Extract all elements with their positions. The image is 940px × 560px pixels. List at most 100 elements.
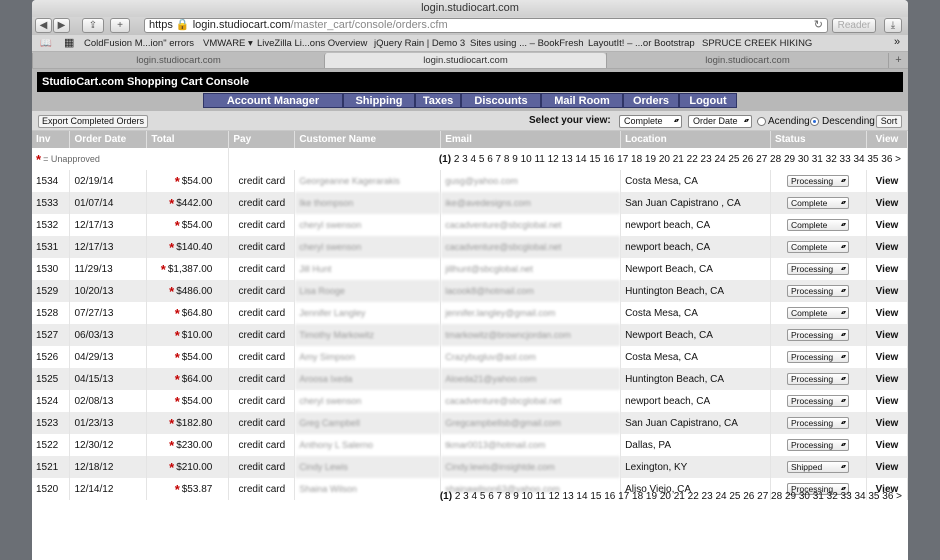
order-status-select[interactable]: Complete: [787, 197, 849, 209]
nav-mail-room[interactable]: Mail Room: [541, 93, 623, 108]
view-order-link[interactable]: View: [866, 236, 908, 258]
order-date: 12/18/12: [69, 456, 148, 478]
chevron-right-icon[interactable]: »: [894, 36, 900, 48]
unapproved-star: *: [169, 239, 175, 255]
col-order-date[interactable]: Order Date: [69, 131, 148, 148]
view-order-link[interactable]: View: [866, 434, 908, 456]
order-status-select[interactable]: Processing: [787, 417, 849, 429]
order-invoice: 1529: [32, 280, 71, 302]
bookmark-item[interactable]: SPRUCE CREEK HIKING: [702, 38, 812, 49]
view-order-link[interactable]: View: [866, 258, 908, 280]
order-status-select[interactable]: Processing: [787, 329, 849, 341]
add-tab-icon[interactable]: +: [888, 53, 908, 68]
view-order-link[interactable]: View: [866, 324, 908, 346]
order-status-select[interactable]: Complete: [787, 307, 849, 319]
bookmark-item[interactable]: LayoutIt! – ...or Bootstrap: [588, 38, 695, 49]
bookmark-item[interactable]: Sites using ... – BookFresh: [470, 38, 584, 49]
browser-tab-active[interactable]: login.studiocart.com: [324, 53, 606, 68]
sort-button[interactable]: Sort: [876, 115, 902, 128]
order-status-select[interactable]: Shipped: [787, 461, 849, 473]
view-order-link[interactable]: View: [866, 302, 908, 324]
order-date: 11/29/13: [69, 258, 148, 280]
order-date: 10/20/13: [69, 280, 148, 302]
share-icon[interactable]: ⇪: [82, 18, 104, 33]
bookmarks-book-icon[interactable]: 📖: [40, 38, 52, 49]
unapproved-star: *: [169, 459, 175, 475]
bookmark-item[interactable]: ColdFusion M...ion" errors: [84, 38, 194, 49]
view-order-link[interactable]: View: [866, 170, 908, 192]
nav-logout[interactable]: Logout: [679, 93, 737, 108]
view-order-link[interactable]: View: [866, 192, 908, 214]
nav-shipping[interactable]: Shipping: [343, 93, 415, 108]
view-order-link[interactable]: View: [866, 346, 908, 368]
view-order-link[interactable]: View: [866, 412, 908, 434]
order-total-cell: * $54.00: [146, 170, 230, 192]
customer-email: Gregcampbellsb@gmail.com: [440, 412, 622, 434]
nav-taxes[interactable]: Taxes: [415, 93, 461, 108]
order-status-select[interactable]: Complete: [787, 219, 849, 231]
order-status-select[interactable]: Processing: [787, 351, 849, 363]
order-status-select[interactable]: Processing: [787, 263, 849, 275]
order-invoice: 1527: [32, 324, 71, 346]
ascending-radio[interactable]: [757, 117, 766, 126]
pagination-top: (1) 2 3 4 5 6 7 8 9 10 11 12 13 14 15 16…: [228, 148, 908, 170]
order-status-select[interactable]: Processing: [787, 439, 849, 451]
unapproved-star: *: [174, 217, 180, 233]
col-customer-name[interactable]: Customer Name: [294, 131, 442, 148]
descending-radio[interactable]: [810, 117, 819, 126]
order-total: $182.80: [176, 417, 213, 429]
back-button[interactable]: ◀: [35, 18, 52, 33]
order-date: 01/23/13: [69, 412, 148, 434]
order-status-cell: Processing: [770, 280, 867, 302]
col-location[interactable]: Location: [620, 131, 771, 148]
browser-window: login.studiocart.com ◀ ▶ ⇪ + https 🔒 log…: [32, 0, 908, 560]
nav-discounts[interactable]: Discounts: [461, 93, 541, 108]
new-tab-button[interactable]: +: [110, 18, 130, 33]
order-status-select[interactable]: Processing: [787, 285, 849, 297]
order-total-cell: * $1,387.00: [146, 258, 230, 280]
customer-email: cacadventure@sbcglobal.net: [440, 236, 622, 258]
page-content: StudioCart.com Shopping Cart Console Acc…: [32, 69, 908, 560]
browser-tab[interactable]: login.studiocart.com: [32, 53, 324, 68]
table-row: 1524 02/08/13 * $54.00 credit card cheryl swe…: [32, 390, 908, 412]
customer-email: Cindy.lewis@insightde.com: [440, 456, 622, 478]
bookmark-item[interactable]: VMWARE ▾: [203, 38, 253, 49]
customer-email: Aloeda21@yahoo.com: [440, 368, 622, 390]
unapproved-legend-text: = Unapproved: [43, 153, 100, 164]
order-status-select[interactable]: Processing: [787, 373, 849, 385]
bookmark-item[interactable]: jQuery Rain | Demo 3: [374, 38, 465, 49]
address-bar[interactable]: https 🔒 login.studiocart.com/master_cart…: [144, 18, 828, 33]
view-order-link[interactable]: View: [866, 390, 908, 412]
table-row: 1530 11/29/13 * $1,387.00 credit card Jill Hu…: [32, 258, 908, 280]
export-completed-button[interactable]: Export Completed Orders: [38, 115, 149, 128]
page-links[interactable]: 2 3 4 5 6 7 8 9 10 11 12 13 14 15 16 17 …: [454, 154, 901, 165]
download-icon[interactable]: ⤓: [884, 18, 902, 33]
nav-orders[interactable]: Orders: [623, 93, 679, 108]
view-order-link[interactable]: View: [866, 456, 908, 478]
bookmark-item[interactable]: LiveZilla Li...ons Overview: [257, 38, 367, 49]
col-total[interactable]: Total: [146, 131, 230, 148]
view-order-link[interactable]: View: [866, 368, 908, 390]
reload-icon[interactable]: ↻: [814, 19, 823, 32]
sort-field-select[interactable]: Order Date: [688, 115, 752, 128]
col-view[interactable]: View: [866, 131, 908, 148]
browser-tab[interactable]: login.studiocart.com: [606, 53, 888, 68]
col-email[interactable]: Email: [440, 131, 622, 148]
customer-name: Georgeanne Kagerarakis: [294, 170, 442, 192]
order-status-select[interactable]: Processing: [787, 395, 849, 407]
nav-account-manager[interactable]: Account Manager: [203, 93, 343, 108]
col-pay[interactable]: Pay: [228, 131, 296, 148]
top-sites-grid-icon[interactable]: ▦: [64, 36, 74, 49]
order-status-select[interactable]: Complete: [787, 241, 849, 253]
order-total-cell: * $54.00: [146, 390, 230, 412]
col-inv[interactable]: Inv: [32, 131, 71, 148]
col-status[interactable]: Status: [770, 131, 867, 148]
forward-button[interactable]: ▶: [53, 18, 70, 33]
page-links-bottom[interactable]: 2 3 4 5 6 7 8 9 10 11 12 13 14 15 16 17 …: [455, 491, 902, 502]
view-select[interactable]: Complete: [619, 115, 682, 128]
view-order-link[interactable]: View: [866, 280, 908, 302]
reader-button[interactable]: Reader: [832, 18, 876, 33]
order-status-select[interactable]: Processing: [787, 175, 849, 187]
customer-email: tkmar0013@hotmail.com: [440, 434, 622, 456]
view-order-link[interactable]: View: [866, 214, 908, 236]
